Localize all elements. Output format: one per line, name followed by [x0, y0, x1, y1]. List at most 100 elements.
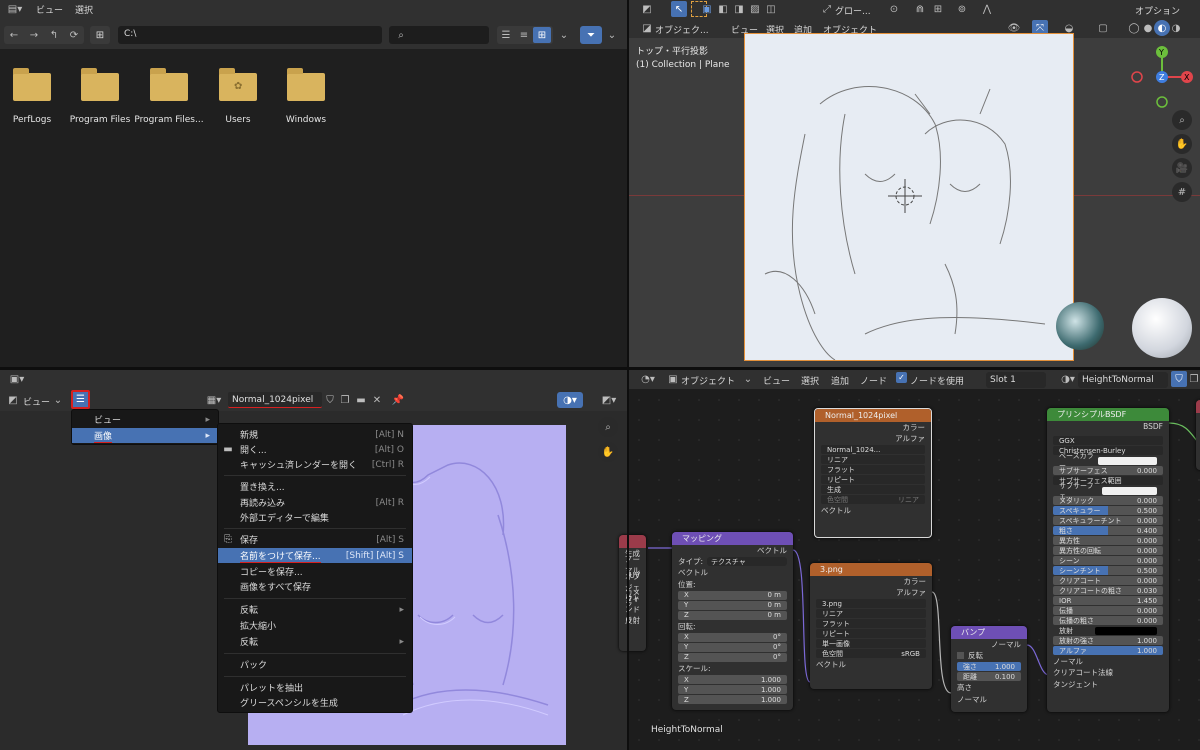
display-channels-icon[interactable]: ◑▾ [557, 392, 583, 408]
extension-dropdown[interactable]: リピート [821, 475, 925, 485]
select-cursor-icon[interactable]: ↖ [671, 1, 687, 17]
rotation-y-field[interactable]: Y 0° [678, 642, 787, 652]
colorspace-field[interactable]: 色空間 リニア [821, 495, 925, 505]
material-output-node[interactable] [1196, 400, 1200, 470]
filter-icon[interactable]: ⏷ [580, 26, 602, 44]
pin-icon[interactable]: 📌 [390, 392, 406, 408]
select-invert-icon[interactable]: ▨ [747, 1, 763, 17]
bsdf-input-field[interactable]: サブサーフェス 0.000 [1053, 466, 1163, 476]
menu-item-pack[interactable]: パック [218, 657, 412, 672]
3d-viewport[interactable]: ◩ ↖ ▣ ◧ ◨ ▨ ◫ ⤢ グロー... ⊙ ⋒ ⊞ ⊚ ⋀ オプション ◪… [629, 0, 1200, 367]
distance-field[interactable]: 距離 0.100 [957, 672, 1021, 682]
color-swatch[interactable] [1098, 456, 1157, 465]
menu-item-extract-palette[interactable]: パレットを抽出 [218, 680, 412, 695]
shader-node-editor[interactable]: ◔▾ ▣ オブジェクト ⌄ ビュー 選択 追加 ノード ✓ ノードを使用 Slo… [619, 370, 1200, 750]
select-new-icon[interactable]: ▣ [699, 1, 715, 17]
image-name-field[interactable]: Normal_1024pixel [228, 392, 322, 408]
bsdf-input-field[interactable]: メタリック 0.000 [1053, 496, 1163, 506]
thumbnails-icon[interactable]: ⊞ [533, 27, 551, 43]
menu-item-save-all[interactable]: 画像をすべて保存 [218, 579, 412, 594]
bsdf-input-field[interactable]: アルファ 1.000 [1053, 646, 1163, 656]
scale-y-field[interactable]: Y 1.000 [678, 685, 787, 695]
menu-item-save[interactable]: ⎘ 保存 [Alt] S [218, 532, 412, 547]
mapping-node[interactable]: マッピング ベクトル タイプ: テクスチャ ベクトル 位置: X0 m Y0 m … [672, 532, 793, 710]
rotation-z-field[interactable]: Z 0° [678, 652, 787, 662]
bump-node[interactable]: バンプ ノーマル 反転 強さ 1.000 距離 0.100 高さ ノーマル [951, 626, 1027, 712]
texture-coordinate-node[interactable]: 生成 ノーマル UV オブジェクト カメラ ウィンドウ 反射 [619, 535, 646, 651]
extension-dropdown[interactable]: リピート [816, 629, 926, 639]
menu-item-invert[interactable]: 反転 ▸ [218, 634, 412, 649]
color-swatch[interactable] [1101, 486, 1157, 495]
menu-view[interactable]: ビュー [36, 3, 63, 16]
bsdf-input-field[interactable]: 放射 [1053, 626, 1163, 635]
editor-type-icon[interactable]: ◩ [639, 1, 655, 17]
open-folder-icon[interactable]: ▬ [353, 392, 369, 408]
distribution-dropdown[interactable]: GGX [1053, 436, 1163, 446]
forward-arrow-icon[interactable]: → [26, 27, 42, 43]
camera-icon[interactable]: 🎥 [1172, 158, 1192, 178]
image-browse-icon[interactable]: ▦▾ [203, 392, 225, 408]
path-field[interactable]: C:\ [118, 26, 382, 44]
fake-user-shield-icon[interactable]: ⛉ [322, 392, 338, 408]
hamburger-menu-icon[interactable]: ☰ [71, 390, 90, 409]
list-vertical-icon[interactable]: ☰ [497, 27, 515, 43]
projection-dropdown[interactable]: フラット [816, 619, 926, 629]
chevron-down-icon[interactable]: ⌄ [50, 392, 66, 408]
transform-orientation-icon[interactable]: ⤢ [819, 1, 835, 17]
menu-item-open-cached-render[interactable]: キャッシュ済レンダーを開く [Ctrl] R [218, 457, 412, 472]
menu-item-image[interactable]: 画像 ▸ [72, 428, 218, 443]
search-field[interactable]: ⌕ [389, 26, 489, 44]
shading-render-icon[interactable]: ◑ [1168, 20, 1184, 36]
pan-hand-icon[interactable]: ✋ [1172, 134, 1192, 154]
parent-dir-icon[interactable]: ↰ [46, 27, 62, 43]
mode-dropdown[interactable]: オブジェク... [655, 23, 709, 36]
menu-select[interactable]: 選択 [75, 3, 93, 16]
menu-item-reload[interactable]: 再読み込み [Alt] R [218, 495, 412, 510]
bsdf-input-field[interactable]: 異方性の回転 0.000 [1053, 546, 1163, 556]
strength-field[interactable]: 強さ 1.000 [957, 662, 1021, 672]
bsdf-input-field[interactable]: 伝播の粗さ 0.000 [1053, 616, 1163, 626]
filter-chevron-icon[interactable]: ⌄ [604, 27, 620, 43]
image-texture-node-3png[interactable]: 3.png カラー アルファ 3.png リニア フラット リピート 単一画像 … [810, 563, 932, 689]
pivot-icon[interactable]: ⊙ [886, 1, 902, 17]
bsdf-input-field[interactable]: 伝播 0.000 [1053, 606, 1163, 616]
duplicate-icon[interactable]: ❐ [337, 392, 353, 408]
menu-item-resize[interactable]: 拡大縮小 [218, 618, 412, 633]
image-editor-mode-icon[interactable]: ◩ [5, 392, 21, 408]
select-subtract-icon[interactable]: ◨ [731, 1, 747, 17]
source-dropdown[interactable]: 単一画像 [816, 639, 926, 649]
select-extend-icon[interactable]: ◧ [715, 1, 731, 17]
options-dropdown[interactable]: オプション [1135, 4, 1180, 17]
xray-icon[interactable]: ▢ [1095, 20, 1111, 36]
falloff-icon[interactable]: ⋀ [979, 1, 995, 17]
type-dropdown[interactable]: テクスチャ [707, 557, 787, 567]
snap-icon[interactable]: ⋒ [912, 1, 928, 17]
bsdf-input-field[interactable]: IOR 1.450 [1053, 596, 1163, 606]
bsdf-input-field[interactable]: クリアコートの粗さ 0.030 [1053, 586, 1163, 596]
colorspace-field[interactable]: 色空間 sRGB [816, 649, 926, 659]
close-icon[interactable]: ✕ [369, 392, 385, 408]
bsdf-input-field[interactable]: スペキュラーチント 0.000 [1053, 516, 1163, 526]
bsdf-input-field[interactable]: スペキュラー 0.500 [1053, 506, 1163, 516]
location-x-field[interactable]: X0 m [678, 590, 787, 600]
bsdf-input-field[interactable]: 放射の強さ 1.000 [1053, 636, 1163, 646]
interpolation-dropdown[interactable]: リニア [821, 455, 925, 465]
bsdf-input-field[interactable]: 異方性 0.000 [1053, 536, 1163, 546]
bsdf-input-field[interactable]: ベースカラー [1053, 452, 1163, 470]
back-arrow-icon[interactable]: ← [6, 27, 22, 43]
bsdf-input-field[interactable]: サブサーフェ... [1053, 482, 1163, 500]
editor-type-icon[interactable]: ▣▾ [6, 371, 28, 387]
interpolation-dropdown[interactable]: リニア [816, 609, 926, 619]
location-y-field[interactable]: Y0 m [678, 600, 787, 610]
view-dropdown[interactable]: ビュー [23, 395, 50, 408]
image-selector[interactable]: Normal_1024... [821, 445, 925, 455]
editor-type-icon[interactable]: ▤▾ [4, 2, 26, 18]
menu-item-open[interactable]: ▬ 開く... [Alt] O [218, 442, 412, 457]
object-mode-icon[interactable]: ◪ [639, 20, 655, 36]
bsdf-input-field[interactable]: シーン 0.000 [1053, 556, 1163, 566]
scale-x-field[interactable]: X 1.000 [678, 675, 787, 685]
menu-item-external-edit[interactable]: 外部エディターで編集 [218, 510, 412, 525]
principled-bsdf-node[interactable]: プリンシプルBSDF BSDF GGX Christensen-Burley ベ… [1047, 408, 1169, 712]
image-texture-node-normal[interactable]: Normal_1024pixel カラー アルファ Normal_1024...… [814, 408, 932, 538]
bsdf-input-field[interactable]: シーンチント 0.500 [1053, 566, 1163, 576]
